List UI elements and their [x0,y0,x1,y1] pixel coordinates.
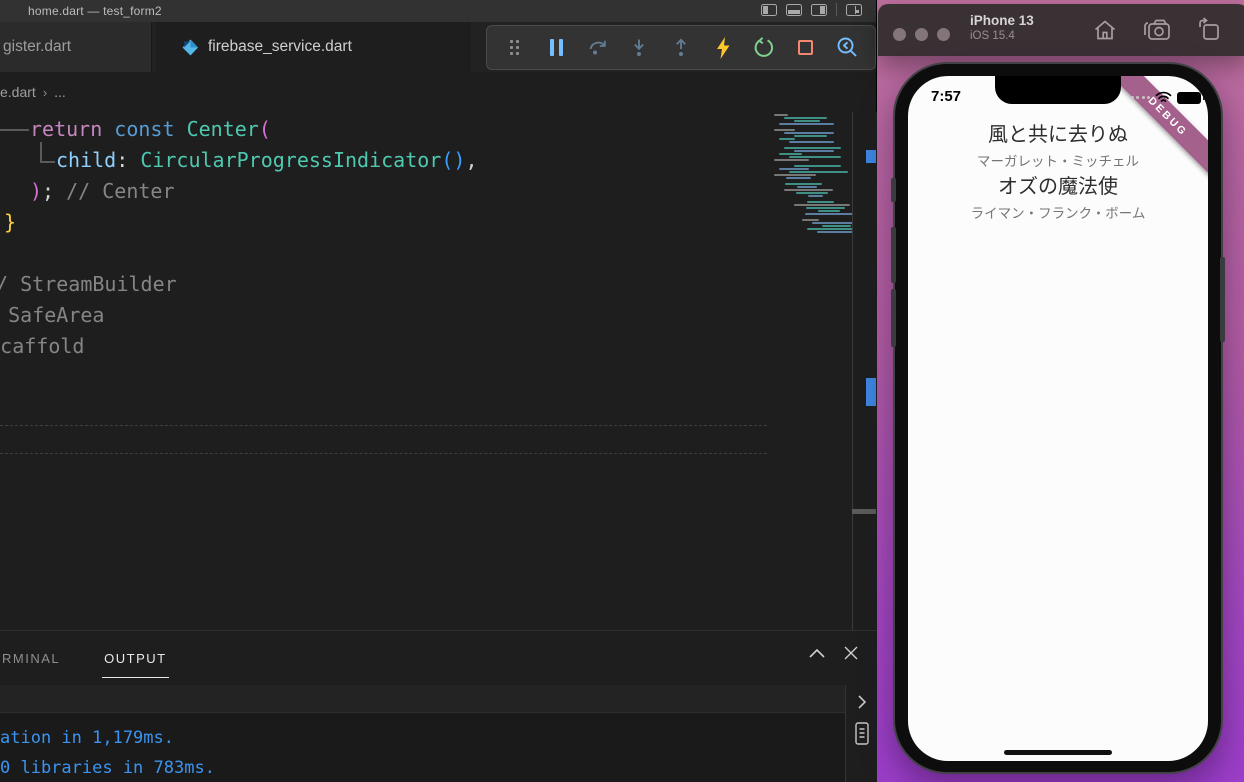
breadcrumb[interactable]: e.dart › ... [0,72,770,112]
battery-icon [1177,91,1205,104]
window-controls [893,28,950,41]
close-window-button[interactable] [893,28,906,41]
volume-down-button[interactable] [891,289,896,347]
debug-toolbar-drag-handle[interactable] [501,34,529,62]
step-over-icon[interactable] [584,34,612,62]
output-line: ation in 1,179ms. [0,728,174,748]
minimize-window-button[interactable] [915,28,928,41]
overview-ruler-marker [866,150,876,163]
step-out-icon[interactable] [667,34,695,62]
book-list: 風と共に去りぬ マーガレット・ミッチェル オズの魔法使 ライマン・フランク・ボー… [908,122,1208,226]
titlebar-separator [836,3,837,16]
code-lines: return const Center(child: CircularProgr… [0,114,760,362]
output-log[interactable]: ation in 1,179ms. 0 libraries in 783ms. [0,713,845,782]
tab-register-dart[interactable]: gister.dart [0,22,152,72]
code-line[interactable]: ); // Center [30,176,760,207]
tab-label: firebase_service.dart [208,38,352,55]
editor-rule [0,425,767,426]
dart-icon [182,39,199,56]
code-editor[interactable]: return const Center(child: CircularProgr… [0,112,877,630]
device-os: iOS 15.4 [970,30,1015,42]
tab-label: gister.dart [3,38,72,55]
panel-tab-label: OUTPUT [104,650,167,666]
debug-toolbar [486,25,876,70]
status-time: 7:57 [931,88,962,105]
vscode-window: home.dart — test_form2 gister.dart fireb… [0,0,877,782]
iphone-screen[interactable]: DEBUG 7:57 風と共に去りぬ マーガレット・ミッチェル オズの魔法使 ラ… [908,76,1208,761]
book-title: オズの魔法使 [998,176,1118,198]
hot-reload-icon[interactable] [709,34,737,62]
panel-tab-label: RMINAL [2,650,61,666]
stop-icon[interactable] [792,34,820,62]
code-line[interactable]: // Scaffold [0,331,760,362]
code-line[interactable]: // SafeArea [0,300,760,331]
zoom-window-button[interactable] [937,28,950,41]
iphone-frame: DEBUG 7:57 風と共に去りぬ マーガレット・ミッチェル オズの魔法使 ラ… [891,62,1225,774]
rotate-icon[interactable] [1196,17,1222,43]
device-name: iPhone 13 [970,13,1034,28]
panel-side-strip [845,685,877,782]
home-icon[interactable] [1092,17,1118,43]
panel-maximize-icon[interactable] [807,646,827,660]
output-expand-icon[interactable] [854,693,870,711]
window-titlebar: home.dart — test_form2 [0,0,876,22]
code-line[interactable]: } [4,207,760,238]
minimap-content [770,114,852,233]
wifi-icon [1155,91,1172,104]
toggle-secondary-sidebar-icon[interactable] [811,3,827,16]
book-title: 風と共に去りぬ [988,124,1128,146]
toggle-panel-icon[interactable] [786,3,802,16]
power-button[interactable] [1220,257,1225,342]
cellular-icon [1130,96,1150,99]
breadcrumb-symbol[interactable]: ... [54,84,66,100]
panel-tab-terminal[interactable]: RMINAL [0,631,80,685]
code-line[interactable]: child: CircularProgressIndicator(), [56,145,760,176]
book-author: ライマン・フランク・ボーム [970,206,1146,221]
minimap-border [852,112,853,630]
tab-firebase-service-dart[interactable]: firebase_service.dart [156,22,470,72]
home-indicator [1004,750,1112,755]
pause-button[interactable] [542,34,570,62]
widget-inspector-icon[interactable] [833,34,861,62]
customize-layout-icon[interactable] [846,3,862,16]
toggle-primary-sidebar-icon[interactable] [761,3,777,16]
code-line[interactable]: return const Center( [30,114,760,145]
output-line: 0 libraries in 783ms. [0,758,215,778]
mute-switch[interactable] [891,178,896,202]
book-author: マーガレット・ミッチェル [977,154,1139,169]
code-line[interactable] [0,238,760,269]
output-empty-row [0,685,845,713]
screenshot-icon[interactable] [1142,17,1172,43]
scrollbar-handle[interactable] [852,509,876,514]
output-list-icon[interactable] [852,721,872,747]
breadcrumb-file[interactable]: e.dart [0,84,36,100]
panel-close-icon[interactable] [843,645,859,661]
restart-icon[interactable] [750,34,778,62]
panel-tab-output[interactable]: OUTPUT [102,631,170,685]
editor-rule [0,453,767,454]
bottom-panel: RMINAL OUTPUT ation in 1,179ms. 0 librar… [0,630,877,782]
simulator-titlebar[interactable]: iPhone 13 iOS 15.4 [878,4,1244,56]
minimap[interactable] [770,114,852,244]
window-title: home.dart — test_form2 [28,4,162,18]
code-line[interactable]: // StreamBuilder [0,269,760,300]
chevron-right-icon: › [42,84,48,100]
step-into-icon[interactable] [625,34,653,62]
volume-up-button[interactable] [891,227,896,283]
notch [995,76,1121,104]
overview-ruler-marker [866,378,876,406]
